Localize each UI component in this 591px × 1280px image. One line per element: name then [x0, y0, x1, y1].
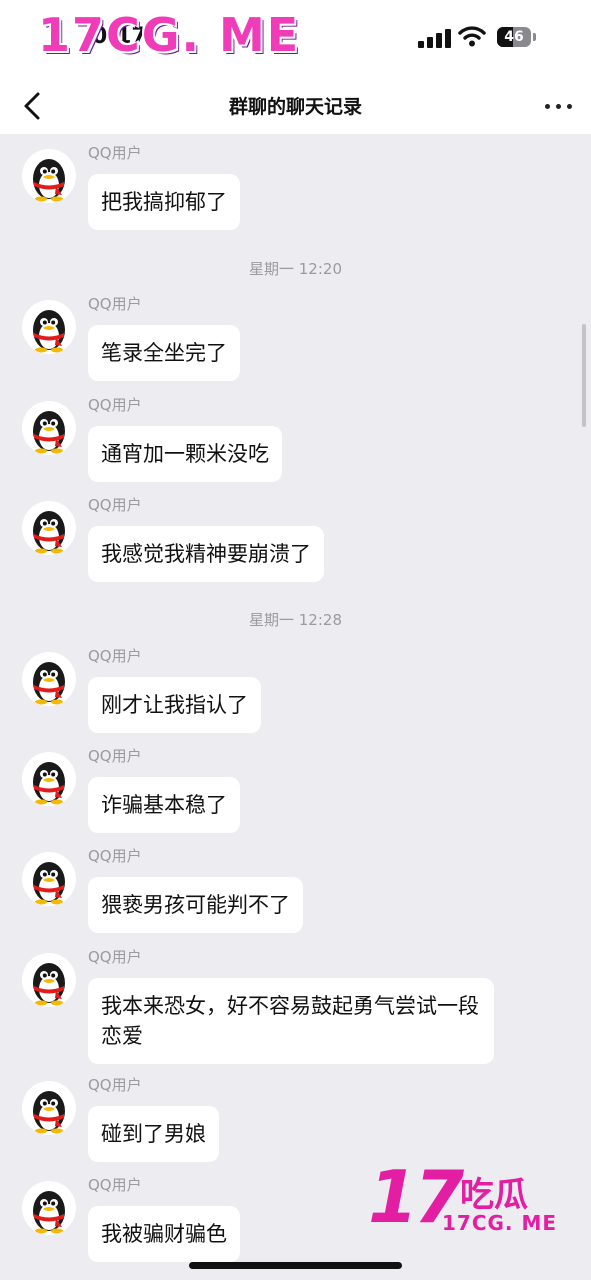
- message-bubble[interactable]: 刚才让我指认了: [88, 677, 261, 733]
- sender-name: QQ用户: [88, 1076, 142, 1094]
- message-bubble[interactable]: 猥亵男孩可能判不了: [88, 877, 303, 933]
- message-bubble[interactable]: 我被骗财骗色: [88, 1206, 240, 1262]
- qq-avatar-icon[interactable]: [22, 1081, 76, 1135]
- sender-name: QQ用户: [88, 747, 142, 765]
- qq-avatar-icon[interactable]: [22, 300, 76, 354]
- message-bubble[interactable]: 碰到了男娘: [88, 1106, 219, 1162]
- battery-cap: [533, 33, 536, 41]
- sender-name: QQ用户: [88, 847, 142, 865]
- message-bubble[interactable]: 通宵加一颗米没吃: [88, 426, 282, 482]
- sender-name: QQ用户: [88, 1176, 142, 1194]
- sender-name: QQ用户: [88, 948, 142, 966]
- message-bubble[interactable]: 我感觉我精神要崩溃了: [88, 526, 324, 582]
- timestamp-separator: 星期一 12:28: [249, 611, 342, 629]
- battery-icon: 46: [497, 27, 531, 47]
- qq-avatar-icon[interactable]: [22, 1181, 76, 1235]
- qq-avatar-icon[interactable]: [22, 149, 76, 203]
- cellular-signal-icon: [418, 26, 452, 48]
- sender-name: QQ用户: [88, 144, 142, 162]
- wifi-icon: [458, 26, 486, 47]
- message-bubble[interactable]: 我本来恐女，好不容易鼓起勇气尝试一段恋爱: [88, 978, 494, 1064]
- watermark-top: 17CG. ME: [38, 8, 301, 62]
- qq-avatar-icon[interactable]: [22, 501, 76, 555]
- watermark-corner-cn: 吃瓜: [460, 1175, 528, 1215]
- qq-avatar-icon[interactable]: [22, 752, 76, 806]
- qq-avatar-icon[interactable]: [22, 852, 76, 906]
- home-indicator[interactable]: [189, 1262, 402, 1269]
- watermark-corner: 17 吃瓜 17CG. ME: [368, 1155, 568, 1239]
- nav-header: 群聊的聊天记录: [0, 78, 591, 134]
- sender-name: QQ用户: [88, 647, 142, 665]
- sender-name: QQ用户: [88, 396, 142, 414]
- page-title: 群聊的聊天记录: [228, 96, 362, 118]
- scrollbar[interactable]: [582, 324, 586, 427]
- more-options-icon[interactable]: [541, 92, 577, 120]
- qq-avatar-icon[interactable]: [22, 401, 76, 455]
- message-bubble[interactable]: 诈骗基本稳了: [88, 777, 240, 833]
- sender-name: QQ用户: [88, 496, 142, 514]
- qq-avatar-icon[interactable]: [22, 652, 76, 706]
- status-bar: 0:17 46 17CG. ME: [0, 0, 591, 78]
- sender-name: QQ用户: [88, 295, 142, 313]
- message-bubble[interactable]: 把我搞抑郁了: [88, 174, 240, 230]
- timestamp-separator: 星期一 12:20: [249, 260, 342, 278]
- battery-level: 46: [504, 29, 524, 45]
- watermark-corner-url: 17CG. ME: [442, 1211, 558, 1235]
- message-bubble[interactable]: 笔录全坐完了: [88, 325, 240, 381]
- qq-avatar-icon[interactable]: [22, 953, 76, 1007]
